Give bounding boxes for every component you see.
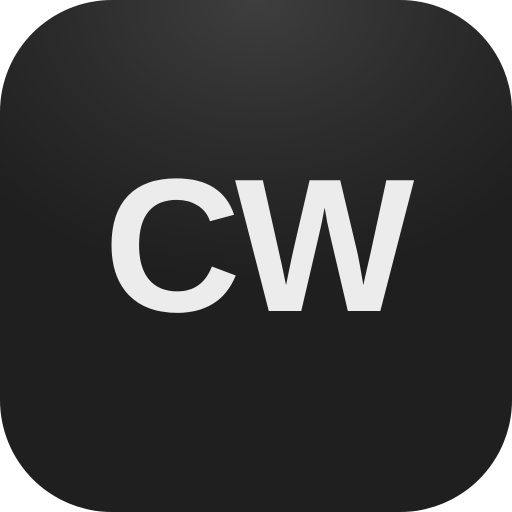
app-icon[interactable]: CW (0, 0, 512, 512)
app-icon-label: CW (103, 140, 415, 352)
